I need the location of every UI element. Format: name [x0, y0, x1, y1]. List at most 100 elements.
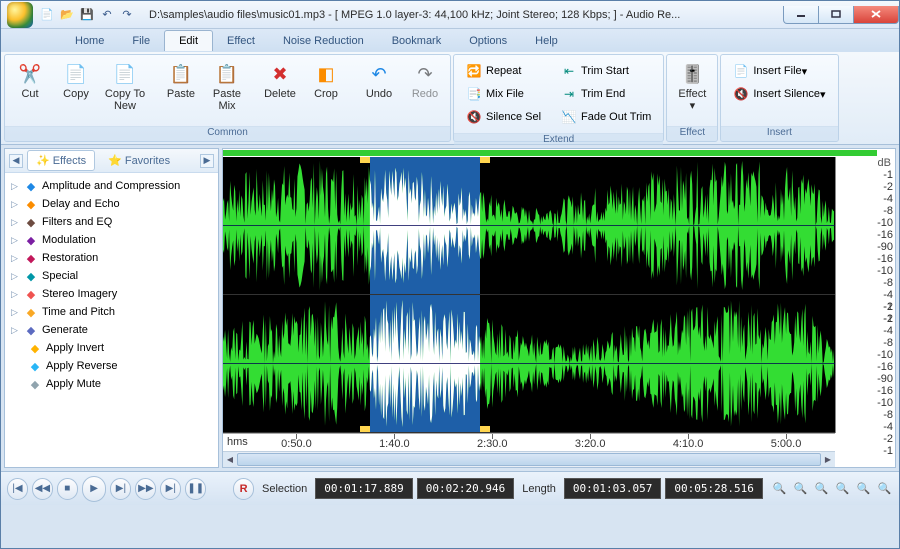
- fade-out-trim-button[interactable]: 📉Fade Out Trim: [554, 106, 658, 128]
- menutab-bookmark[interactable]: Bookmark: [378, 31, 456, 51]
- expander-icon[interactable]: ▷: [11, 307, 23, 318]
- tree-item[interactable]: ▷◆Filters and EQ: [7, 213, 216, 231]
- record-button[interactable]: R: [233, 478, 254, 500]
- copy-icon: 📄: [64, 62, 88, 86]
- effects-tree: ▷◆Amplitude and Compression▷◆Delay and E…: [5, 173, 218, 467]
- zoom-out-h-button[interactable]: 🔍: [792, 480, 809, 498]
- rewind-button[interactable]: ◀◀: [32, 478, 53, 500]
- tree-item[interactable]: ▷◆Special: [7, 267, 216, 285]
- tree-item-label: Time and Pitch: [42, 306, 115, 318]
- app-orb-button[interactable]: [7, 2, 33, 28]
- minimize-button[interactable]: [783, 6, 819, 24]
- menutab-home[interactable]: Home: [61, 31, 118, 51]
- mix-file-button[interactable]: 📑Mix File: [459, 83, 548, 105]
- fade-icon: 📉: [561, 109, 577, 125]
- zoom-in-v-button[interactable]: 🔍: [855, 480, 872, 498]
- scroll-right-button[interactable]: ▶: [821, 452, 835, 467]
- menutab-help[interactable]: Help: [521, 31, 572, 51]
- tree-item-label: Apply Reverse: [46, 360, 118, 372]
- stop-button[interactable]: ■: [57, 478, 78, 500]
- expander-icon[interactable]: ▷: [11, 253, 23, 264]
- expander-icon[interactable]: ▷: [11, 325, 23, 336]
- sidebar-next-button[interactable]: ▶: [200, 154, 214, 168]
- tree-item-label: Generate: [42, 324, 88, 336]
- play-loop-button[interactable]: ▶|: [110, 478, 131, 500]
- qat-save-icon[interactable]: 💾: [79, 7, 95, 23]
- tree-item[interactable]: ◆Apply Reverse: [7, 357, 216, 375]
- scroll-thumb[interactable]: [237, 453, 821, 466]
- total-time: 00:05:28.516: [665, 478, 762, 499]
- trim-start-icon: ⇤: [561, 63, 577, 79]
- sidebar-tab-effects[interactable]: ✨Effects: [27, 150, 95, 171]
- ribbon-tabs: HomeFileEditEffectNoise ReductionBookmar…: [1, 29, 899, 51]
- expander-icon[interactable]: ▷: [11, 181, 23, 192]
- maximize-button[interactable]: [818, 6, 854, 24]
- tree-item[interactable]: ▷◆Restoration: [7, 249, 216, 267]
- qat-new-icon[interactable]: 📄: [39, 7, 55, 23]
- qat-redo-icon[interactable]: ↷: [119, 7, 135, 23]
- waveform-canvas[interactable]: dB -1-2-4-8-10-16-90-16-10-8-4-2-1 -1-2-…: [223, 157, 835, 433]
- redo-button[interactable]: ↷Redo: [403, 58, 447, 104]
- menutab-edit[interactable]: Edit: [164, 30, 213, 51]
- effects-sidebar: ◀ ✨Effects ⭐Favorites ▶ ▷◆Amplitude and …: [4, 148, 219, 468]
- effect-category-icon: ◆: [23, 232, 39, 248]
- qat-open-icon[interactable]: 📂: [59, 7, 75, 23]
- tree-item[interactable]: ▷◆Delay and Echo: [7, 195, 216, 213]
- effect-button[interactable]: 🎚️Effect▾: [670, 58, 714, 116]
- time-unit-label: hms: [227, 436, 248, 448]
- tree-item[interactable]: ▷◆Stereo Imagery: [7, 285, 216, 303]
- time-ruler[interactable]: hms 0:50.01:40.02:30.03:20.04:10.05:00.0: [223, 433, 835, 451]
- goto-end-button[interactable]: ▶|: [160, 478, 181, 500]
- qat-undo-icon[interactable]: ↶: [99, 7, 115, 23]
- selection-label: Selection: [262, 483, 307, 495]
- effect-category-icon: ◆: [23, 286, 39, 302]
- tree-item-label: Restoration: [42, 252, 98, 264]
- paste-mix-button[interactable]: 📋Paste Mix: [205, 58, 249, 116]
- menutab-file[interactable]: File: [118, 31, 164, 51]
- horizontal-scrollbar[interactable]: ◀ ▶: [223, 451, 835, 467]
- cut-button[interactable]: ✂️Cut: [8, 58, 52, 104]
- sidebar-tab-favorites[interactable]: ⭐Favorites: [99, 150, 179, 171]
- copy-button[interactable]: 📄Copy: [54, 58, 98, 104]
- expander-icon[interactable]: ▷: [11, 217, 23, 228]
- trim-start-button[interactable]: ⇤Trim Start: [554, 60, 658, 82]
- menutab-noise-reduction[interactable]: Noise Reduction: [269, 31, 378, 51]
- copy-to-new-button[interactable]: 📄Copy To New: [100, 58, 150, 116]
- tree-item[interactable]: ▷◆Modulation: [7, 231, 216, 249]
- expander-icon[interactable]: ▷: [11, 199, 23, 210]
- tree-item[interactable]: ▷◆Time and Pitch: [7, 303, 216, 321]
- close-button[interactable]: [853, 6, 899, 24]
- paste-button[interactable]: 📋Paste: [159, 58, 203, 104]
- menutab-options[interactable]: Options: [455, 31, 521, 51]
- repeat-button[interactable]: 🔁Repeat: [459, 60, 548, 82]
- play-button[interactable]: ▶: [82, 476, 107, 502]
- tree-item[interactable]: ▷◆Amplitude and Compression: [7, 177, 216, 195]
- goto-start-button[interactable]: |◀: [7, 478, 28, 500]
- effect-category-icon: ◆: [23, 304, 39, 320]
- zoom-out-v-button[interactable]: 🔍: [876, 480, 893, 498]
- star-icon: ⭐: [108, 154, 122, 167]
- pause-button[interactable]: ❚❚: [185, 478, 206, 500]
- sidebar-prev-button[interactable]: ◀: [9, 154, 23, 168]
- expander-icon[interactable]: ▷: [11, 289, 23, 300]
- overview-strip[interactable]: [223, 150, 877, 156]
- menutab-effect[interactable]: Effect: [213, 31, 269, 51]
- expander-icon[interactable]: ▷: [11, 235, 23, 246]
- tree-item[interactable]: ◆Apply Invert: [7, 339, 216, 357]
- expander-icon[interactable]: ▷: [11, 271, 23, 282]
- tree-item[interactable]: ▷◆Generate: [7, 321, 216, 339]
- insert-silence-icon: 🔇: [733, 86, 749, 102]
- insert-file-button[interactable]: 📄Insert File ▾: [726, 60, 832, 82]
- fast-forward-button[interactable]: ▶▶: [135, 478, 156, 500]
- tree-item[interactable]: ◆Apply Mute: [7, 375, 216, 393]
- delete-button[interactable]: ✖Delete: [258, 58, 302, 104]
- insert-silence-button[interactable]: 🔇Insert Silence ▾: [726, 83, 832, 105]
- zoom-in-h-button[interactable]: 🔍: [771, 480, 788, 498]
- trim-end-button[interactable]: ⇥Trim End: [554, 83, 658, 105]
- silence-sel-button[interactable]: 🔇Silence Sel: [459, 106, 548, 128]
- zoom-fit-button[interactable]: 🔍: [834, 480, 851, 498]
- undo-button[interactable]: ↶Undo: [357, 58, 401, 104]
- zoom-sel-button[interactable]: 🔍: [813, 480, 830, 498]
- scroll-left-button[interactable]: ◀: [223, 452, 237, 467]
- crop-button[interactable]: ◧Crop: [304, 58, 348, 104]
